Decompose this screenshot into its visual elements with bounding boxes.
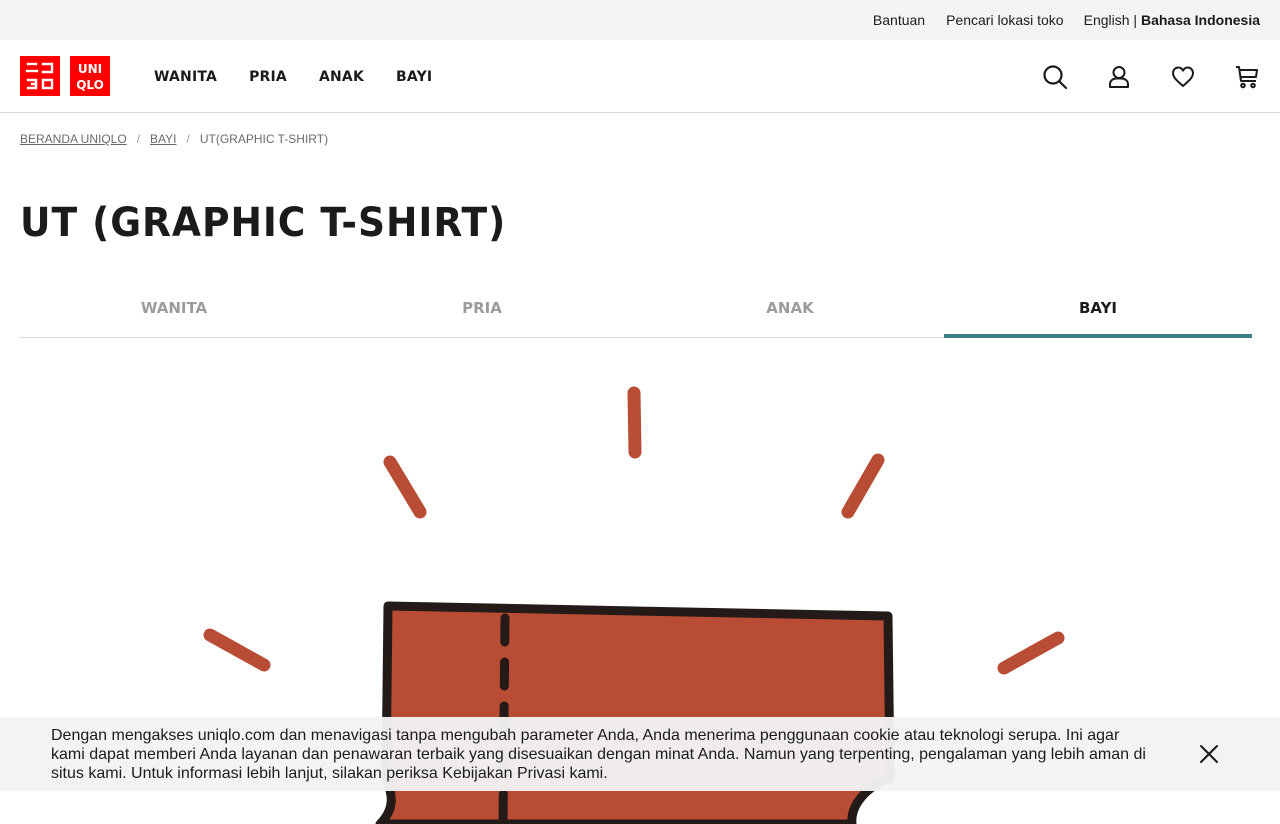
tab-pria[interactable]: PRIA [328, 278, 636, 337]
svg-text:QLO: QLO [76, 78, 104, 92]
breadcrumb-separator: / [136, 132, 141, 146]
tab-bayi[interactable]: BAYI [944, 278, 1252, 338]
cookie-banner: Dengan mengakses uniqlo.com dan menaviga… [0, 717, 1280, 791]
page-title: UT (GRAPHIC T-SHIRT) [20, 200, 507, 246]
tab-label: BAYI [1078, 298, 1118, 317]
shirt-graphic [375, 601, 895, 824]
tab-anak[interactable]: ANAK [636, 278, 944, 337]
header-icons [1004, 40, 1260, 113]
main-nav: WANITA PRIA ANAK BAYI [154, 40, 464, 113]
language-switcher: English | Bahasa Indonesia [1084, 12, 1260, 28]
nav-item-pria[interactable]: PRIA [249, 69, 287, 85]
site-header: UNI QLO WANITA PRIA ANAK BAYI [0, 40, 1280, 113]
help-link[interactable]: Bantuan [873, 12, 925, 28]
sparkle-line [383, 455, 427, 519]
breadcrumb-current: UT(GRAPHIC T-SHIRT) [199, 132, 329, 146]
utility-bar: Bantuan Pencari lokasi toko English | Ba… [0, 0, 1280, 40]
cart-icon[interactable] [1234, 64, 1260, 90]
breadcrumb: BERANDA UNIQLO / BAYI / UT(GRAPHIC T-SHI… [20, 132, 328, 146]
store-locator-link[interactable]: Pencari lokasi toko [946, 12, 1064, 28]
sparkle-line [203, 628, 271, 672]
account-icon[interactable] [1106, 64, 1132, 90]
uniqlo-logo-latin-block: UNI QLO [70, 56, 110, 96]
uniqlo-logo-katakana-block [20, 56, 60, 96]
breadcrumb-separator: / [186, 132, 190, 146]
category-tabs: WANITA PRIA ANAK BAYI [20, 278, 1252, 338]
uniqlo-logo-katakana-mark [25, 62, 54, 90]
sparkle-line [997, 631, 1065, 675]
wishlist-heart-icon[interactable] [1170, 64, 1196, 90]
tab-label: WANITA [140, 298, 208, 317]
search-icon[interactable] [1042, 64, 1068, 90]
tab-wanita[interactable]: WANITA [20, 278, 328, 337]
sparkle-line [841, 453, 885, 519]
nav-item-anak[interactable]: ANAK [319, 69, 364, 85]
breadcrumb-home-link[interactable]: BERANDA UNIQLO [20, 132, 127, 146]
close-icon[interactable] [1197, 742, 1221, 766]
language-indonesian-link[interactable]: Bahasa Indonesia [1141, 12, 1260, 28]
language-english-link[interactable]: English [1084, 12, 1130, 28]
nav-item-bayi[interactable]: BAYI [396, 69, 432, 85]
tab-label: PRIA [462, 298, 502, 317]
cookie-notice-text: Dengan mengakses uniqlo.com dan menaviga… [51, 727, 1146, 782]
sparkle-line [627, 386, 642, 459]
uniqlo-logo-latin-mark: UNI QLO [76, 62, 104, 92]
language-divider: | [1133, 12, 1138, 28]
breadcrumb-section-link[interactable]: BAYI [150, 132, 176, 146]
svg-text:UNI: UNI [78, 62, 102, 76]
nav-item-wanita[interactable]: WANITA [154, 69, 217, 85]
tab-label: ANAK [766, 298, 814, 317]
uniqlo-logo[interactable]: UNI QLO [20, 56, 110, 96]
